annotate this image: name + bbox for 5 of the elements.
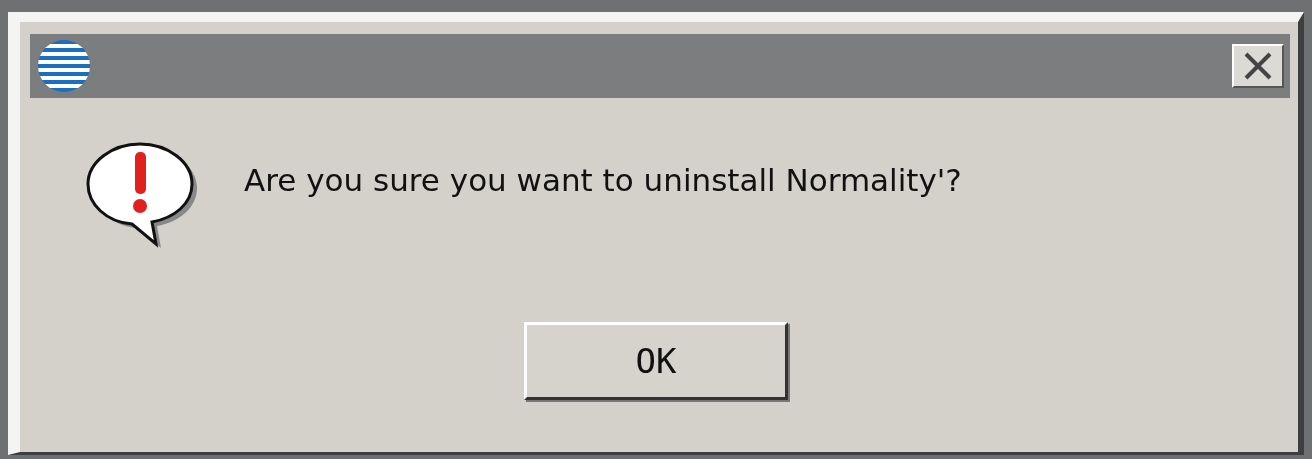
close-button[interactable]	[1232, 44, 1284, 88]
message-text: Are you sure you want to uninstall Normality'?	[244, 162, 962, 198]
globe-icon	[36, 38, 92, 94]
close-icon	[1243, 52, 1273, 80]
ok-button[interactable]: OK	[524, 322, 788, 400]
